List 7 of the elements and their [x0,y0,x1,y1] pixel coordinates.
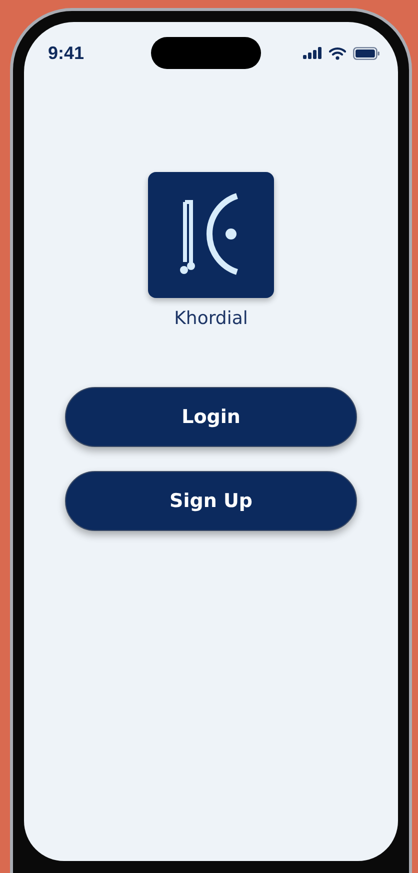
signal-icon [303,47,322,59]
battery-icon [353,46,380,60]
login-button[interactable]: Login [65,387,357,447]
signup-button[interactable]: Sign Up [65,471,357,531]
app-name: Khordial [174,308,248,329]
wifi-icon [329,46,346,60]
status-time: 9:41 [48,42,86,64]
